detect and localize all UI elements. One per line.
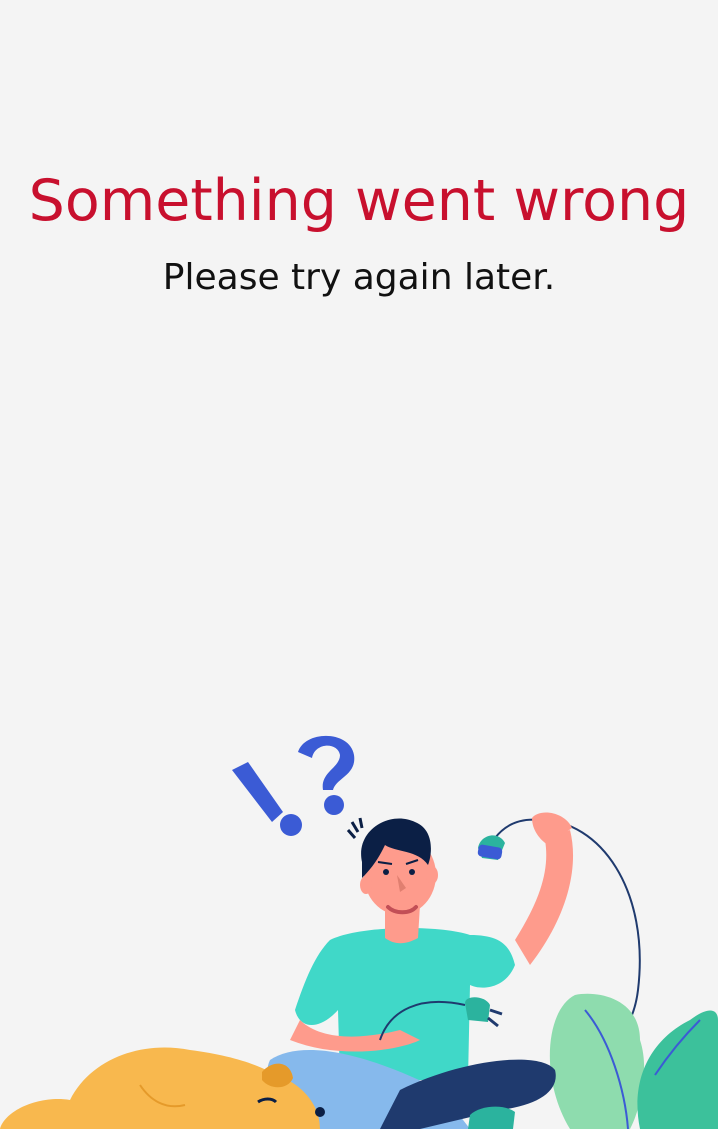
- error-title: Something went wrong: [28, 168, 690, 234]
- question-icon: [298, 735, 355, 815]
- error-page: Something went wrong Please try again la…: [0, 0, 718, 1129]
- error-message: Please try again later.: [162, 257, 556, 298]
- exclamation-icon: [232, 762, 302, 836]
- unplugged-illustration: [0, 735, 718, 1129]
- plant: [549, 993, 718, 1129]
- plug-icon: [477, 835, 505, 860]
- plug-icon: [465, 997, 503, 1028]
- person: [267, 812, 574, 1129]
